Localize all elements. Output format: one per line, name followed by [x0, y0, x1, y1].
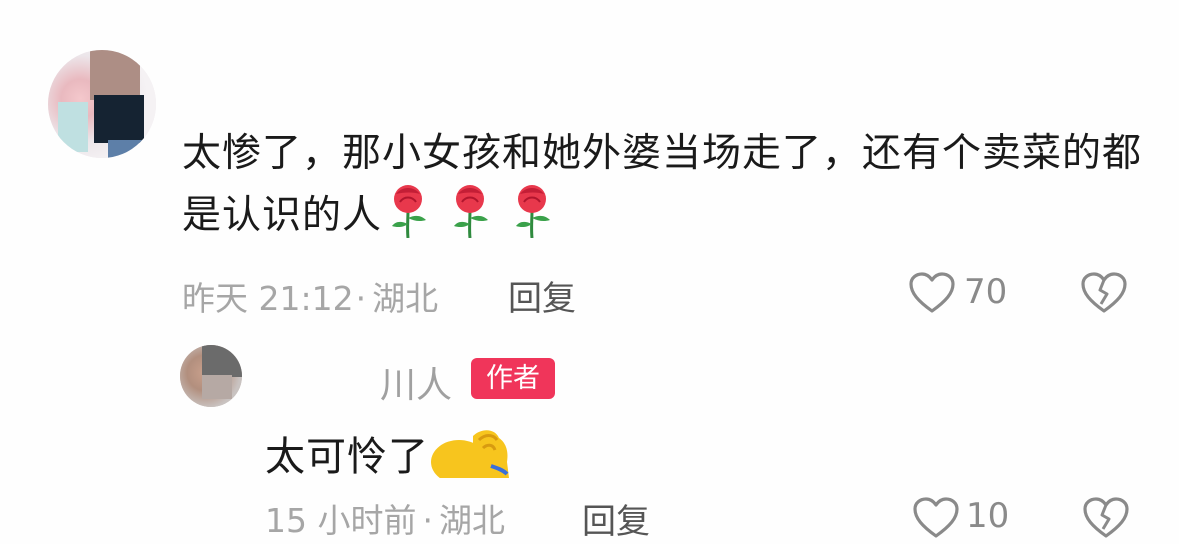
like-button[interactable] — [908, 271, 956, 315]
reply-avatar[interactable] — [180, 345, 242, 407]
comment-location: 湖北 — [372, 279, 439, 318]
commenter-avatar[interactable] — [48, 50, 156, 158]
heart-outline-icon — [913, 497, 959, 538]
rose-emoji — [506, 185, 568, 238]
meta-separator: · — [355, 279, 367, 318]
reply-text: 太可怜了 — [265, 434, 429, 480]
comment-body: 太惨了，那小女孩和她外婆当场走了，还有个卖菜的都是认识的人 — [182, 124, 1142, 246]
like-count: 70 — [964, 272, 1008, 312]
dislike-button[interactable] — [1080, 271, 1128, 315]
reply-button[interactable]: 回复 — [508, 271, 576, 320]
comment-text: 太惨了，那小女孩和她外婆当场走了，还有个卖菜的都是认识的人 — [182, 131, 1143, 238]
reply-reply-button[interactable]: 回复 — [582, 494, 650, 543]
reply-location: 湖北 — [438, 501, 505, 540]
rose-emoji — [444, 185, 506, 238]
broken-heart-icon — [1081, 272, 1127, 313]
reply-like-count: 10 — [966, 496, 1010, 536]
facepalm-emoji — [429, 430, 511, 480]
comment-time: 昨天 21:12 — [182, 279, 354, 318]
author-badge: 作者 — [471, 358, 555, 399]
reply-meta: 15 小时前 · 湖北 — [265, 494, 505, 542]
reply-like-button[interactable] — [912, 496, 960, 540]
reply-time: 15 小时前 — [265, 501, 417, 540]
reply-username[interactable]: 川人 — [380, 356, 452, 408]
broken-heart-icon — [1083, 497, 1129, 538]
comment-meta: 昨天 21:12· 湖北 — [182, 272, 438, 320]
rose-emoji — [382, 185, 444, 238]
reply-body: 太可怜了 — [265, 424, 511, 482]
reply-dislike-button[interactable] — [1082, 496, 1130, 540]
heart-outline-icon — [909, 272, 955, 313]
meta-separator: · — [422, 501, 433, 540]
